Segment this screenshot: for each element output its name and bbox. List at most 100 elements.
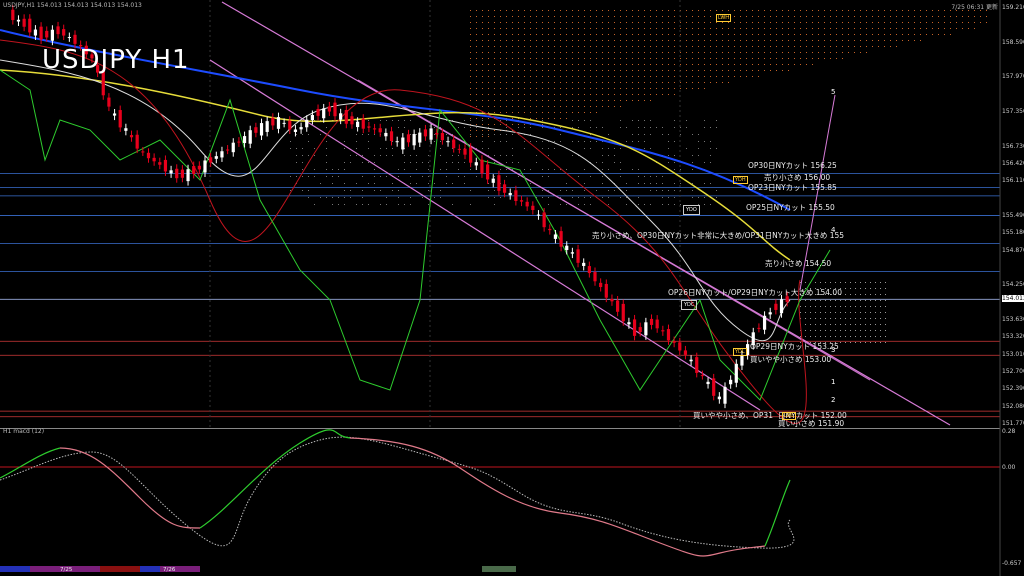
candle-body xyxy=(452,140,455,149)
price-label: 158.590 xyxy=(1002,39,1024,46)
date-bar-red xyxy=(100,566,140,572)
candle-body xyxy=(650,319,653,325)
candle-body xyxy=(345,110,348,124)
update-time: 7/25 06:31 更新 xyxy=(951,2,998,11)
candle-body xyxy=(220,151,223,157)
candle-body xyxy=(68,37,71,38)
candle-body xyxy=(373,128,376,129)
candle-body xyxy=(141,151,144,152)
candle-body xyxy=(610,299,613,301)
candle-body xyxy=(599,283,602,287)
candle-body xyxy=(644,322,647,335)
candle-body xyxy=(418,133,421,143)
candle-body xyxy=(311,115,314,120)
candle-body xyxy=(543,212,546,227)
candle-body xyxy=(678,342,681,350)
candle-body xyxy=(198,166,201,170)
macd-main-pink xyxy=(60,448,200,528)
candle-body xyxy=(435,133,438,135)
candle-body xyxy=(407,134,410,142)
candle-body xyxy=(661,330,664,331)
candle-body xyxy=(622,304,625,321)
candle-body xyxy=(627,322,630,324)
annotation-buy-153: 買いやや小さめ 153.00 xyxy=(750,354,831,365)
candle-body xyxy=(119,110,122,127)
candle-body xyxy=(186,169,189,181)
price-label: 157.970 xyxy=(1002,73,1024,80)
wave-1: 1 xyxy=(831,378,835,386)
candle-body xyxy=(283,123,286,124)
candle-body xyxy=(740,356,743,366)
symbol-info: USDJPY,H1 154.013 154.013 154.013 154.01… xyxy=(3,2,142,9)
candle-body xyxy=(136,135,139,149)
candle-body xyxy=(169,170,172,173)
wave-4: 4 xyxy=(831,226,835,234)
candle-body xyxy=(62,29,65,35)
candle-body xyxy=(277,117,280,129)
candle-body xyxy=(413,134,416,145)
candle-body xyxy=(480,160,483,174)
candle-body xyxy=(548,229,551,230)
candle-body xyxy=(113,113,116,115)
candle-body xyxy=(565,246,568,250)
box-lwh: LWH xyxy=(716,14,731,22)
candle-body xyxy=(237,142,240,143)
candle-body xyxy=(356,122,359,127)
candle-body xyxy=(559,231,562,247)
annotation-op30: OP30日NYカット 156.25 xyxy=(748,160,837,171)
candle-body xyxy=(729,380,732,384)
candle-body xyxy=(509,193,512,195)
candle-body xyxy=(701,375,704,376)
candle-body xyxy=(554,234,557,238)
candle-body xyxy=(215,156,218,159)
candle-body xyxy=(226,150,229,151)
box-ydc: YDC xyxy=(681,300,697,310)
price-label: 154.013 xyxy=(1002,295,1024,302)
candle-body xyxy=(576,249,579,262)
candle-body xyxy=(774,304,777,310)
candle-body xyxy=(153,158,156,161)
price-label: 155.490 xyxy=(1002,212,1024,219)
candle-body xyxy=(107,98,110,107)
candle-body xyxy=(232,143,235,152)
candle-body xyxy=(695,357,698,373)
box-ydh: YDH xyxy=(733,176,748,184)
candle-body xyxy=(475,162,478,165)
candle-body xyxy=(209,157,212,162)
annotation-sell-154-50: 売り小さめ 154.50 xyxy=(765,258,831,269)
candle-body xyxy=(429,128,432,139)
candle-body xyxy=(17,20,20,22)
candle-body xyxy=(605,284,608,298)
annotation-buy-152-a: 買いやや小さめ、OP31 xyxy=(693,410,773,421)
candle-body xyxy=(520,200,523,201)
candle-body xyxy=(424,129,427,136)
candle-body xyxy=(271,118,274,126)
candle-body xyxy=(11,10,14,20)
macd-signal xyxy=(0,437,794,548)
annotation-op26: OP26日NYカット/OP29日NYカット大きめ 154.00 xyxy=(668,287,842,298)
candle-body xyxy=(780,299,783,313)
macd-axis-bottom: -0.657 xyxy=(1002,560,1021,567)
candle-body xyxy=(379,128,382,132)
candle-body xyxy=(497,175,500,191)
candle-body xyxy=(181,170,184,178)
candle-body xyxy=(633,319,636,335)
candle-body xyxy=(299,127,302,129)
price-label: 156.420 xyxy=(1002,160,1024,167)
annotation-op23: OP23日NYカット 155.85 xyxy=(748,182,837,193)
macd-main-green-2 xyxy=(200,430,350,528)
candle-body xyxy=(175,169,178,178)
candle-body xyxy=(333,103,336,117)
candle-body xyxy=(362,119,365,129)
candle-body xyxy=(667,329,670,340)
candle-body xyxy=(34,30,37,36)
candle-body xyxy=(367,126,370,127)
candle-body xyxy=(514,190,517,201)
price-label: 153.630 xyxy=(1002,316,1024,323)
candle-body xyxy=(531,206,534,210)
candle-body xyxy=(684,350,687,354)
candle-body xyxy=(73,35,76,44)
candle-body xyxy=(503,184,506,192)
candle-body xyxy=(718,397,721,400)
wave-3: 3 xyxy=(831,346,835,354)
